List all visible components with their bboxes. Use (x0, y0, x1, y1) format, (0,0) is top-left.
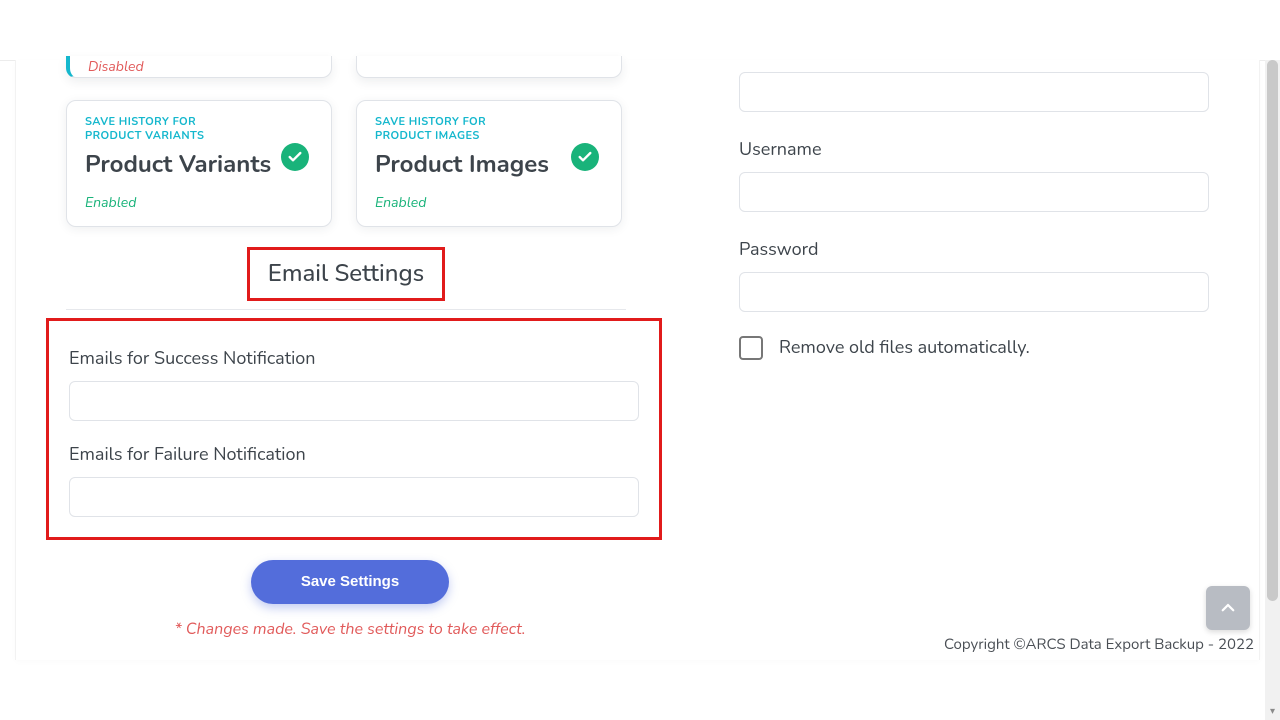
label-failure-emails: Emails for Failure Notification (69, 443, 639, 467)
input-failure-emails[interactable] (69, 477, 639, 517)
history-card-product-variants[interactable]: SAVE HISTORY FOR PRODUCT VARIANTS Produc… (66, 100, 332, 227)
vertical-scrollbar[interactable]: ▾ (1265, 60, 1280, 720)
section-title-email-settings: Email Settings (247, 247, 445, 301)
check-circle-icon (571, 143, 599, 171)
save-settings-button[interactable]: Save Settings (251, 560, 449, 604)
status-badge: Disabled (88, 56, 313, 78)
card-overline: SAVE HISTORY FOR PRODUCT IMAGES (375, 115, 545, 143)
settings-panel: Disabled SAVE HISTORY FOR PRODUCT VARIAN… (15, 60, 1260, 660)
scrollbar-down-arrow-icon[interactable]: ▾ (1267, 702, 1278, 720)
email-settings-group: Emails for Success Notification Emails f… (46, 318, 662, 540)
input-host[interactable] (739, 72, 1209, 112)
status-badge: Enabled (85, 193, 313, 212)
check-circle-icon (281, 143, 309, 171)
chevron-up-icon (1219, 599, 1237, 617)
input-success-emails[interactable] (69, 381, 639, 421)
scroll-to-top-button[interactable] (1206, 586, 1250, 630)
scrollbar-thumb[interactable] (1267, 60, 1278, 601)
input-password[interactable] (739, 272, 1209, 312)
history-card-cut-left[interactable]: Disabled (66, 56, 332, 78)
footer-copyright: Copyright ©ARCS Data Export Backup - 202… (15, 625, 1260, 655)
checkbox-remove-old-files[interactable] (739, 336, 763, 360)
card-title: Product Images (375, 149, 603, 181)
label-success-emails: Emails for Success Notification (69, 347, 639, 371)
history-card-cut-right[interactable] (356, 56, 622, 78)
history-card-product-images[interactable]: SAVE HISTORY FOR PRODUCT IMAGES Product … (356, 100, 622, 227)
card-title: Product Variants (85, 149, 313, 181)
status-badge: Enabled (375, 193, 603, 212)
top-bar (0, 0, 1280, 61)
label-password: Password (739, 238, 1209, 262)
card-overline: SAVE HISTORY FOR PRODUCT VARIANTS (85, 115, 255, 143)
label-username: Username (739, 138, 1209, 162)
divider (66, 309, 626, 310)
label-remove-old-files: Remove old files automatically. (779, 336, 1030, 360)
input-username[interactable] (739, 172, 1209, 212)
